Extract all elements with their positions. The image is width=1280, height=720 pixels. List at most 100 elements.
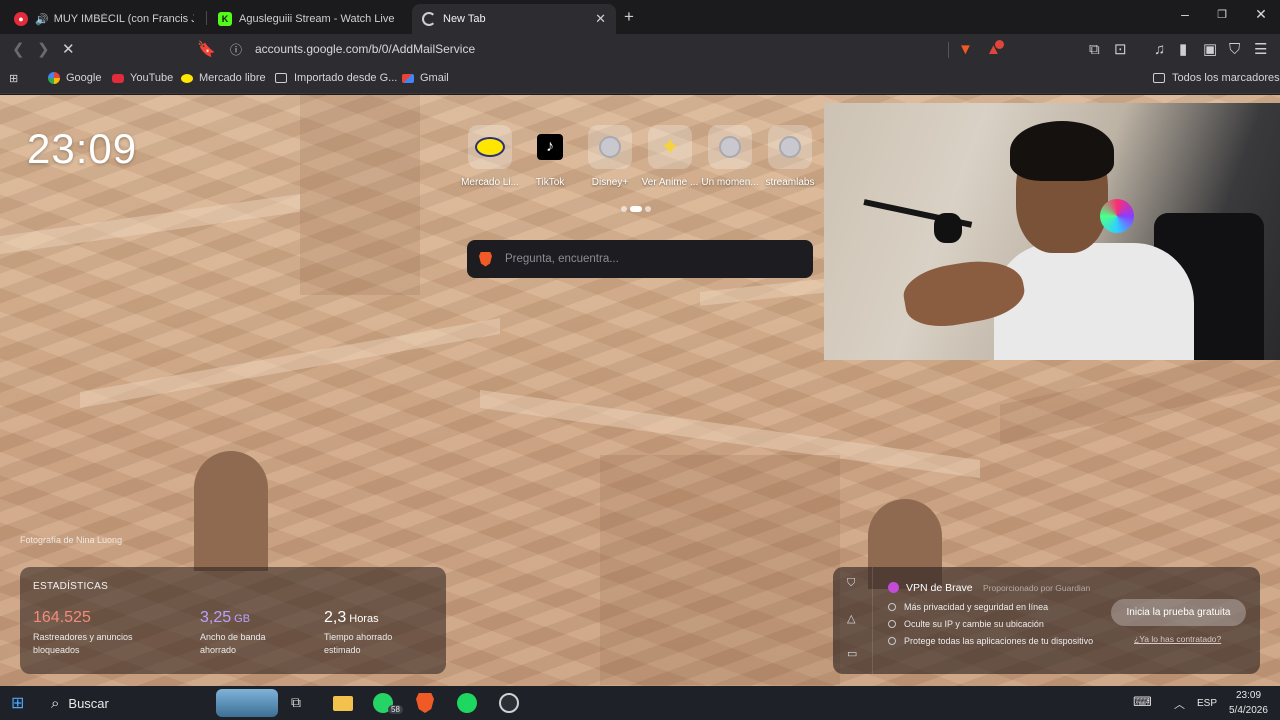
media-icon[interactable]: ♫ (1154, 40, 1165, 60)
keyboard-icon[interactable]: ⌨ (1133, 694, 1152, 710)
forward-button[interactable]: ❯ (37, 40, 50, 60)
bookmark-youtube[interactable]: YouTube (112, 72, 173, 84)
background-archway (194, 451, 268, 571)
weather-widget-icon[interactable] (216, 689, 278, 717)
vpn-icon[interactable]: ⛉ (1229, 40, 1240, 60)
system-time[interactable]: 23:09 (1236, 690, 1261, 701)
warning-icon[interactable]: △ (847, 612, 855, 625)
background-image (600, 455, 840, 685)
top-site-anime[interactable]: ✦ Ver Anime ... (639, 125, 701, 188)
search-icon: ⌕ (51, 694, 60, 712)
globe-icon (588, 125, 632, 169)
all-bookmarks[interactable]: Todos los marcadores (1153, 72, 1280, 84)
brave-shields-icon[interactable]: ▼ (958, 40, 973, 60)
screenshot-icon[interactable]: ⊡ (1114, 40, 1127, 60)
start-trial-button[interactable]: Inicia la prueba gratuita (1111, 599, 1246, 626)
tab-new-tab[interactable]: New Tab ✕ (412, 4, 616, 34)
windows-start-icon[interactable]: ⊞ (11, 693, 24, 713)
taskbar-search-label: Buscar (68, 695, 109, 711)
stat-time: 2,3 Horas Tiempo ahorrado estimado (324, 609, 392, 657)
bookmark-label: Todos los marcadores (1172, 72, 1280, 84)
tab-youtube[interactable]: ● 🔊 MUY IMBÉCIL (con Francis Jerem (4, 4, 204, 34)
pager-dot-active[interactable] (630, 206, 642, 212)
google-icon (48, 72, 60, 84)
top-site-streamlabs[interactable]: streamlabs (759, 125, 821, 188)
file-explorer-icon[interactable] (333, 696, 353, 711)
tab-strip: ● 🔊 MUY IMBÉCIL (con Francis Jerem K Agu… (0, 0, 1280, 34)
tab-kick[interactable]: K Agusleguiii Stream - Watch Live on K (208, 4, 408, 34)
top-site-tiktok[interactable]: ♪ TikTok (519, 125, 581, 188)
top-site-un-momento[interactable]: Un momen... (699, 125, 761, 188)
audio-playing-icon[interactable]: 🔊 (35, 13, 49, 26)
stat-unit: GB (234, 613, 251, 625)
bookmark-icon[interactable]: 🔖 (197, 40, 216, 60)
bookmark-google[interactable]: Google (48, 72, 101, 84)
chevron-up-icon[interactable]: ︿ (1174, 696, 1185, 712)
system-date[interactable]: 5/4/2026 (1229, 705, 1268, 716)
background-image (0, 193, 300, 255)
stat-bandwidth: 3,25 GB Ancho de banda ahorrado (200, 609, 266, 657)
mercado-libre-icon (468, 125, 512, 169)
extensions-icon[interactable]: ⧉ (1089, 40, 1100, 60)
pager-dot[interactable] (645, 206, 651, 212)
task-view-icon[interactable]: ⧉ (291, 694, 301, 711)
mercado-libre-icon (181, 73, 193, 83)
headset-rgb-light (1100, 199, 1134, 233)
brave-taskbar-icon[interactable] (416, 693, 434, 713)
anime-site-icon: ✦ (648, 125, 692, 169)
kick-favicon-icon: K (218, 12, 232, 26)
wallet-icon[interactable]: ▣ (1203, 40, 1217, 60)
top-site-label: TikTok (535, 177, 565, 188)
spotify-icon[interactable] (457, 693, 477, 713)
bookmark-mercado-libre[interactable]: Mercado libre (181, 72, 266, 84)
tab-title: MUY IMBÉCIL (con Francis Jerem (53, 13, 194, 25)
top-site-disney[interactable]: Disney+ (579, 125, 641, 188)
stat-value: 164.525 (33, 609, 91, 626)
rewards-badge (995, 40, 1004, 49)
minimize-button[interactable]: – (1175, 6, 1195, 22)
bookmark-label: YouTube (130, 72, 174, 84)
folder-icon (1153, 73, 1165, 83)
bookmark-folder-imported[interactable]: Importado desde G... (275, 72, 397, 84)
top-site-label: Un momen... (701, 177, 759, 188)
restore-button[interactable]: ❐ (1212, 8, 1232, 21)
new-tab-button[interactable]: + (624, 7, 634, 27)
obs-icon[interactable] (499, 693, 519, 713)
stat-trackers: 164.525 Rastreadores y anuncios bloqueado… (33, 609, 133, 657)
apps-icon[interactable]: ⊞ (9, 72, 18, 85)
stop-loading-button[interactable]: ✕ (62, 40, 75, 60)
stat-value: 3,25 (200, 609, 232, 626)
stat-unit: Horas (349, 613, 379, 625)
close-window-button[interactable]: ✕ (1251, 6, 1271, 23)
sidebar-icon[interactable]: ▮ (1179, 40, 1187, 60)
bookmark-gmail[interactable]: Gmail (402, 72, 449, 84)
bookmark-label: Mercado libre (199, 72, 266, 84)
site-info-icon[interactable]: ⓘ (230, 40, 242, 60)
vpn-feature: Oculte su IP y cambie su ubicación (888, 619, 1044, 629)
streamer-shirt (994, 243, 1194, 360)
folder-icon (275, 73, 287, 83)
menu-icon[interactable]: ☰ (1254, 40, 1267, 60)
close-tab-icon[interactable]: ✕ (595, 11, 606, 27)
input-language[interactable]: ESP (1197, 698, 1217, 709)
stat-desc: ahorrado (200, 645, 237, 655)
bookmark-label: Google (66, 72, 102, 84)
whatsapp-badge: 58 (388, 705, 403, 714)
pager-dot[interactable] (621, 206, 627, 212)
top-site-mercado-libre[interactable]: Mercado Li... (459, 125, 521, 188)
vpn-shield-icon[interactable]: ⛉ (847, 577, 855, 590)
stat-desc: bloqueados (33, 645, 80, 655)
youtube-favicon-icon: ● (14, 12, 28, 26)
search-box[interactable]: Pregunta, encuentra... (467, 240, 813, 278)
back-button[interactable]: ❮ (12, 40, 25, 60)
stats-heading: ESTADÍSTICAS (33, 581, 109, 592)
stat-desc: Ancho de banda (200, 632, 266, 642)
photo-credit[interactable]: Fotografía de Nina Luong (20, 535, 122, 545)
vpn-feature: Más privacidad y seguridad en línea (888, 602, 1048, 612)
brave-logo-icon (479, 251, 492, 267)
taskbar-search[interactable]: ⌕ Buscar (41, 686, 221, 720)
card-icon[interactable]: ▭ (847, 647, 857, 660)
top-sites-pager[interactable] (621, 206, 651, 212)
already-subscribed-link[interactable]: ¿Ya lo has contratado? (1134, 634, 1221, 644)
address-bar[interactable]: accounts.google.com/b/0/AddMailService (255, 42, 475, 56)
